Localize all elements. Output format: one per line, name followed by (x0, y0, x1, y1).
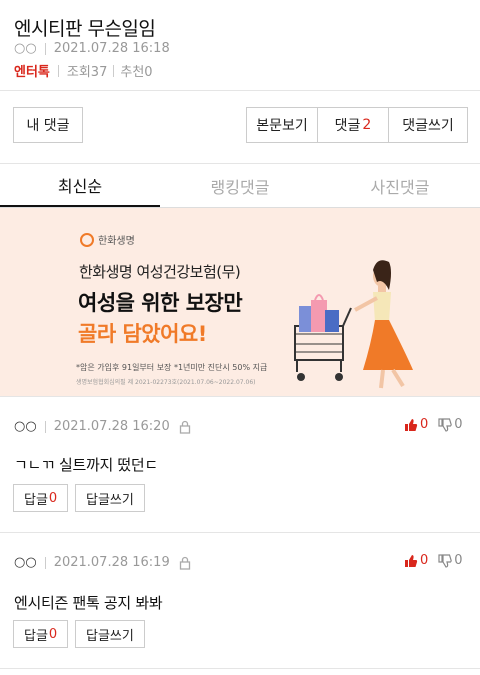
comment-votes: 0 0 (404, 553, 463, 568)
divider (44, 556, 46, 569)
upvote-count: 0 (420, 417, 429, 432)
woman-with-cart-illustration (294, 260, 413, 389)
reply-button[interactable]: 답글 0 (13, 484, 69, 512)
comment-datetime: 2021.07.28 16:19 (53, 555, 170, 570)
tab-latest[interactable]: 최신순 (0, 165, 160, 207)
ad-banner[interactable]: 한화생명 한화생명 여성건강보험(무) 여성을 위한 보장만 골라 담았어요! … (0, 208, 480, 396)
write-reply-button[interactable]: 답글쓰기 (75, 484, 145, 512)
divider (113, 64, 115, 77)
comment-text: 엔시티즌 팬톡 공지 봐봐 (14, 594, 163, 612)
downvote-count: 0 (454, 553, 463, 568)
brand-logo: 한화생명 (80, 232, 135, 247)
reply-count: 0 (48, 626, 58, 642)
reply-label: 답글 (24, 492, 48, 508)
write-reply-button[interactable]: 답글쓰기 (75, 620, 145, 648)
ad-approval-note: 생명보험협회심의필 제 2021-02273호(2021.07.06~2022.… (76, 379, 256, 386)
post-views: 조회37 (66, 65, 108, 80)
reply-count: 0 (48, 490, 58, 506)
post-author[interactable]: ○○ (14, 41, 37, 56)
post-title: 엔시티판 무슨일임 (14, 18, 156, 40)
ad-headline: 여성을 위한 보장만 (78, 291, 243, 315)
divider (0, 163, 480, 164)
comment-meta: ○○ 2021.07.28 16:19 (14, 555, 192, 570)
divider (0, 90, 480, 91)
reply-label: 답글 (24, 628, 48, 644)
comment-author[interactable]: ○○ (14, 419, 37, 434)
downvote-count: 0 (454, 417, 463, 432)
comment-votes: 0 0 (404, 417, 463, 432)
post-meta: ○○ 2021.07.28 16:18 (14, 41, 170, 56)
post-category[interactable]: 엔터톡 (14, 61, 50, 80)
post-likes: 추천0 (120, 65, 153, 80)
comment-author[interactable]: ○○ (14, 555, 37, 570)
my-comments-button[interactable]: 내 댓글 (13, 107, 83, 143)
write-comment-button[interactable]: 댓글쓰기 (388, 107, 468, 143)
divider (44, 42, 46, 55)
thumbs-up-icon[interactable] (404, 418, 418, 432)
brand-name: 한화생명 (98, 236, 135, 247)
divider (0, 532, 480, 533)
reply-button[interactable]: 답글 0 (13, 620, 69, 648)
divider (44, 420, 46, 433)
comment-sort-tabs: 최신순 랭킹댓글 사진댓글 (0, 165, 480, 208)
tab-photo[interactable]: 사진댓글 (320, 165, 480, 207)
thumbs-down-icon[interactable] (438, 417, 453, 432)
ad-disclaimer: *암은 가입후 91일부터 보장 *1년미만 진단시 50% 지급 (76, 363, 268, 372)
post-stats: 엔터톡 조회37 추천0 (14, 61, 153, 80)
divider (0, 396, 480, 397)
comments-label: 댓글 (334, 118, 361, 134)
comment-datetime: 2021.07.28 16:20 (53, 419, 170, 434)
divider (57, 64, 59, 77)
thumbs-down-icon[interactable] (438, 553, 453, 568)
comment-text: ㄱㄴㄲ 실트까지 떴던ㄷ (14, 456, 158, 474)
thumbs-up-icon[interactable] (404, 554, 418, 568)
ad-subheadline: 골라 담았어요! (78, 322, 207, 346)
view-body-button[interactable]: 본문보기 (246, 107, 317, 143)
tab-ranking[interactable]: 랭킹댓글 (160, 165, 320, 207)
divider (0, 668, 480, 669)
lock-icon (179, 420, 190, 434)
logo-icon (80, 232, 94, 247)
ad-product: 한화생명 여성건강보험(무) (79, 263, 241, 281)
lock-icon (179, 556, 190, 570)
upvote-count: 0 (420, 553, 429, 568)
comments-count: 2 (362, 117, 372, 133)
comment-meta: ○○ 2021.07.28 16:20 (14, 419, 192, 434)
post-datetime: 2021.07.28 16:18 (53, 41, 170, 56)
comments-count-button[interactable]: 댓글 2 (317, 107, 388, 143)
comment-actions: 본문보기 댓글 2 댓글쓰기 (246, 107, 468, 143)
